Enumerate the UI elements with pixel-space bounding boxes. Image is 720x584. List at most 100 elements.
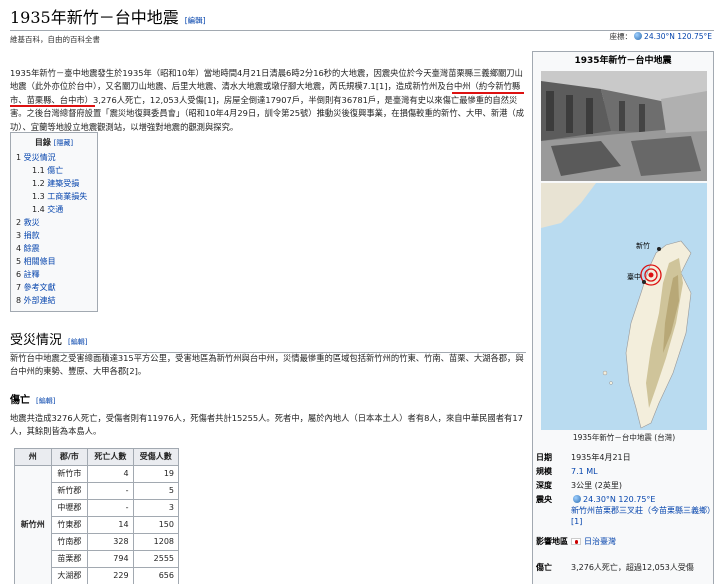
- toc-link[interactable]: 受災情況: [24, 153, 56, 162]
- toc-item[interactable]: 6 註釋: [16, 268, 92, 281]
- toc-link[interactable]: 相關條目: [24, 257, 56, 266]
- title-edit-link[interactable]: [編輯]: [185, 16, 206, 25]
- toc-item[interactable]: 3 捐款: [16, 229, 92, 242]
- infobox-value[interactable]: 7.1 ML: [571, 466, 712, 477]
- damage-photo[interactable]: [541, 71, 707, 181]
- table-cell: -: [87, 499, 134, 517]
- table-row: 新竹州 新竹市 4 19: [14, 465, 180, 584]
- infobox-title: 1935年新竹－台中地震: [574, 56, 672, 66]
- infobox-row-affected: 影響地區 日治臺灣: [536, 536, 712, 560]
- toc-item[interactable]: 1 受災情況: [16, 151, 92, 164]
- toc-item[interactable]: 1.1 傷亡: [16, 164, 92, 177]
- coord-label: 座標：: [609, 32, 633, 41]
- annotation-underline-1: [10, 105, 95, 107]
- infobox-row-epicenter: 震央 24.30°N 120.75°E 新竹州苗栗郡三叉莊（今苗栗縣三義鄉）[1]: [536, 494, 712, 534]
- table-cell[interactable]: 中壢郡: [50, 499, 89, 517]
- table-cell: 328: [87, 533, 134, 551]
- toc-item[interactable]: 8 外部連結: [16, 294, 92, 307]
- section-edit-link[interactable]: [編輯]: [68, 338, 87, 346]
- toc-num: 1: [16, 153, 22, 162]
- toc-link[interactable]: 傷亡: [47, 166, 63, 175]
- toc-item[interactable]: 2 救災: [16, 216, 92, 229]
- table-cell: 19: [132, 465, 180, 483]
- site-subtitle: 維基百科，自由的百科全書: [10, 35, 100, 44]
- table-cell: 656: [132, 567, 180, 584]
- coordinates[interactable]: 座標： 24.30°N 120.75°E: [610, 31, 712, 43]
- toc-toggle[interactable]: [隱藏]: [54, 139, 73, 147]
- table-cell[interactable]: 新竹市: [50, 465, 89, 483]
- table-cell[interactable]: 竹東郡: [50, 516, 89, 534]
- toc-link[interactable]: 交通: [47, 205, 63, 214]
- toc-item[interactable]: 1.3 工商業損失: [16, 190, 92, 203]
- toc-link[interactable]: 建築受損: [47, 179, 79, 188]
- page-title-text: 1935年新竹－台中地震: [10, 8, 179, 27]
- toc-link[interactable]: 工商業損失: [47, 192, 87, 201]
- toc-link[interactable]: 餘震: [24, 244, 40, 253]
- table-header: 州: [14, 448, 52, 466]
- toc-item[interactable]: 5 相關條目: [16, 255, 92, 268]
- table-cell[interactable]: 竹南郡: [50, 533, 89, 551]
- infobox-key: 深度: [536, 481, 552, 490]
- toc-title: 目錄: [34, 138, 51, 147]
- infobox-key: 傷亡: [536, 563, 552, 572]
- table-state-cell: 新竹州: [14, 465, 52, 584]
- subsection-paragraph: 地震共造成3276人死亡，受傷者則有11976人，死傷者共計15255人。死者中…: [10, 413, 523, 437]
- japan-flag-icon: [571, 538, 581, 545]
- infobox: 1935年新竹－台中地震 新竹 臺中 1935年新竹－台中地震 (台灣) 日期 …: [532, 51, 714, 584]
- toc-link[interactable]: 參考文獻: [24, 283, 56, 292]
- map-label-taichung: 臺中: [627, 273, 641, 281]
- globe-icon: [634, 32, 643, 40]
- subsection-heading-text: 傷亡: [10, 395, 30, 406]
- taiwan-map-graphic: [541, 183, 707, 430]
- coord-value[interactable]: 24.30°N 120.75°E: [644, 32, 712, 41]
- table-cell: 1208: [132, 533, 180, 551]
- casualty-table: 州 郡/市 死亡人數 受傷人數 新竹州 新竹市 4 19 新竹郡 - 5 中壢郡…: [14, 448, 180, 584]
- map-caption: 1935年新竹－台中地震 (台灣): [572, 433, 676, 442]
- toc-num: 4: [16, 244, 22, 253]
- epicenter-coord-link[interactable]: 24.30°N 120.75°E: [583, 495, 655, 504]
- toc-num: 1.3: [32, 192, 45, 201]
- table-cell[interactable]: 苗栗郡: [50, 550, 89, 568]
- globe-icon: [573, 495, 581, 503]
- table-cell: 5: [132, 482, 180, 500]
- table-header: 郡/市: [50, 448, 89, 466]
- section-paragraph: 新竹台中地震之受害總面積達315平方公里，受害地區為新竹州與台中州，災情最慘重的…: [10, 353, 524, 377]
- table-cell: 794: [87, 550, 134, 568]
- table-cell: 2555: [132, 550, 180, 568]
- toc-num: 1.4: [32, 205, 45, 214]
- epicenter-location-link[interactable]: 新竹州苗栗郡三叉莊（今苗栗縣三義鄉）[1]: [571, 506, 711, 526]
- table-cell: 4: [87, 465, 134, 483]
- toc-link[interactable]: 救災: [24, 218, 40, 227]
- page-title: 1935年新竹－台中地震 [編輯]: [10, 6, 206, 31]
- infobox-key: 影響地區: [536, 537, 568, 546]
- table-cell: 150: [132, 516, 180, 534]
- table-cell[interactable]: 新竹郡: [50, 482, 89, 500]
- subsection-heading: 傷亡 [編輯]: [10, 393, 55, 409]
- infobox-value: 1935年4月21日: [571, 453, 631, 462]
- toc-item[interactable]: 7 參考文獻: [16, 281, 92, 294]
- toc-num: 2: [16, 218, 22, 227]
- toc-num: 1.1: [32, 166, 45, 175]
- subsection-edit-link[interactable]: [編輯]: [36, 397, 55, 405]
- infobox-value: 3公里 (2英里): [571, 481, 622, 490]
- toc-header: 目錄 [隱藏]: [16, 136, 92, 150]
- toc-item[interactable]: 1.4 交通: [16, 203, 92, 216]
- section-heading: 受災情況 [編輯]: [10, 331, 526, 354]
- table-cell[interactable]: 大湖郡: [50, 567, 89, 584]
- table-cell: 14: [87, 516, 134, 534]
- toc-item[interactable]: 1.2 建築受損: [16, 177, 92, 190]
- map-label-hsinchu: 新竹: [636, 242, 650, 250]
- table-of-contents: 目錄 [隱藏] 1 受災情況 1.1 傷亡 1.2 建築受損 1.3 工商業損失…: [10, 132, 98, 312]
- toc-link[interactable]: 捐款: [24, 231, 40, 240]
- toc-num: 8: [16, 296, 22, 305]
- infobox-value: 3,276人死亡，超過12,053人受傷: [571, 563, 694, 572]
- infobox-value: 日治臺灣: [571, 536, 712, 547]
- annotation-underline-2: [452, 92, 524, 94]
- intro-paragraph: 1935年新竹－臺中地震發生於1935年（昭和10年）當地時間4月21日清晨6時…: [10, 68, 525, 132]
- toc-num: 7: [16, 283, 22, 292]
- affected-area-link[interactable]: 日治臺灣: [584, 537, 616, 546]
- toc-link[interactable]: 外部連結: [24, 296, 56, 305]
- location-map[interactable]: 新竹 臺中: [541, 183, 707, 430]
- toc-link[interactable]: 註釋: [24, 270, 40, 279]
- toc-item[interactable]: 4 餘震: [16, 242, 92, 255]
